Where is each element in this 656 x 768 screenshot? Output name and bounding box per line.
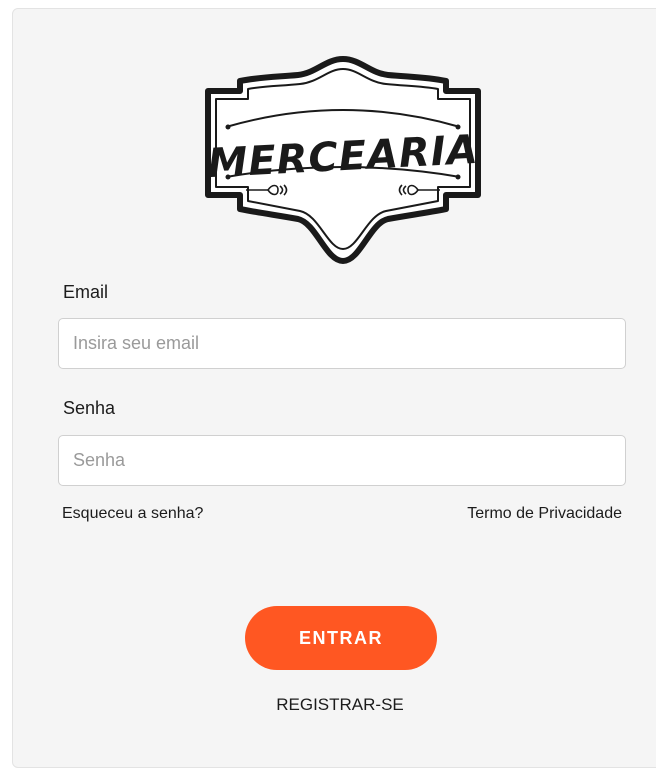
email-input[interactable]	[58, 318, 626, 369]
register-link[interactable]: REGISTRAR-SE	[0, 695, 656, 715]
mercearia-logo: MERCEARIA	[205, 56, 481, 264]
enter-button[interactable]: ENTRAR	[245, 606, 437, 670]
password-label: Senha	[63, 398, 116, 418]
forgot-password-link[interactable]: Esqueceu a senha?	[62, 505, 203, 523]
password-input[interactable]	[58, 435, 626, 486]
privacy-terms-link[interactable]: Termo de Privacidade	[467, 505, 622, 523]
email-label: Email	[63, 282, 109, 302]
